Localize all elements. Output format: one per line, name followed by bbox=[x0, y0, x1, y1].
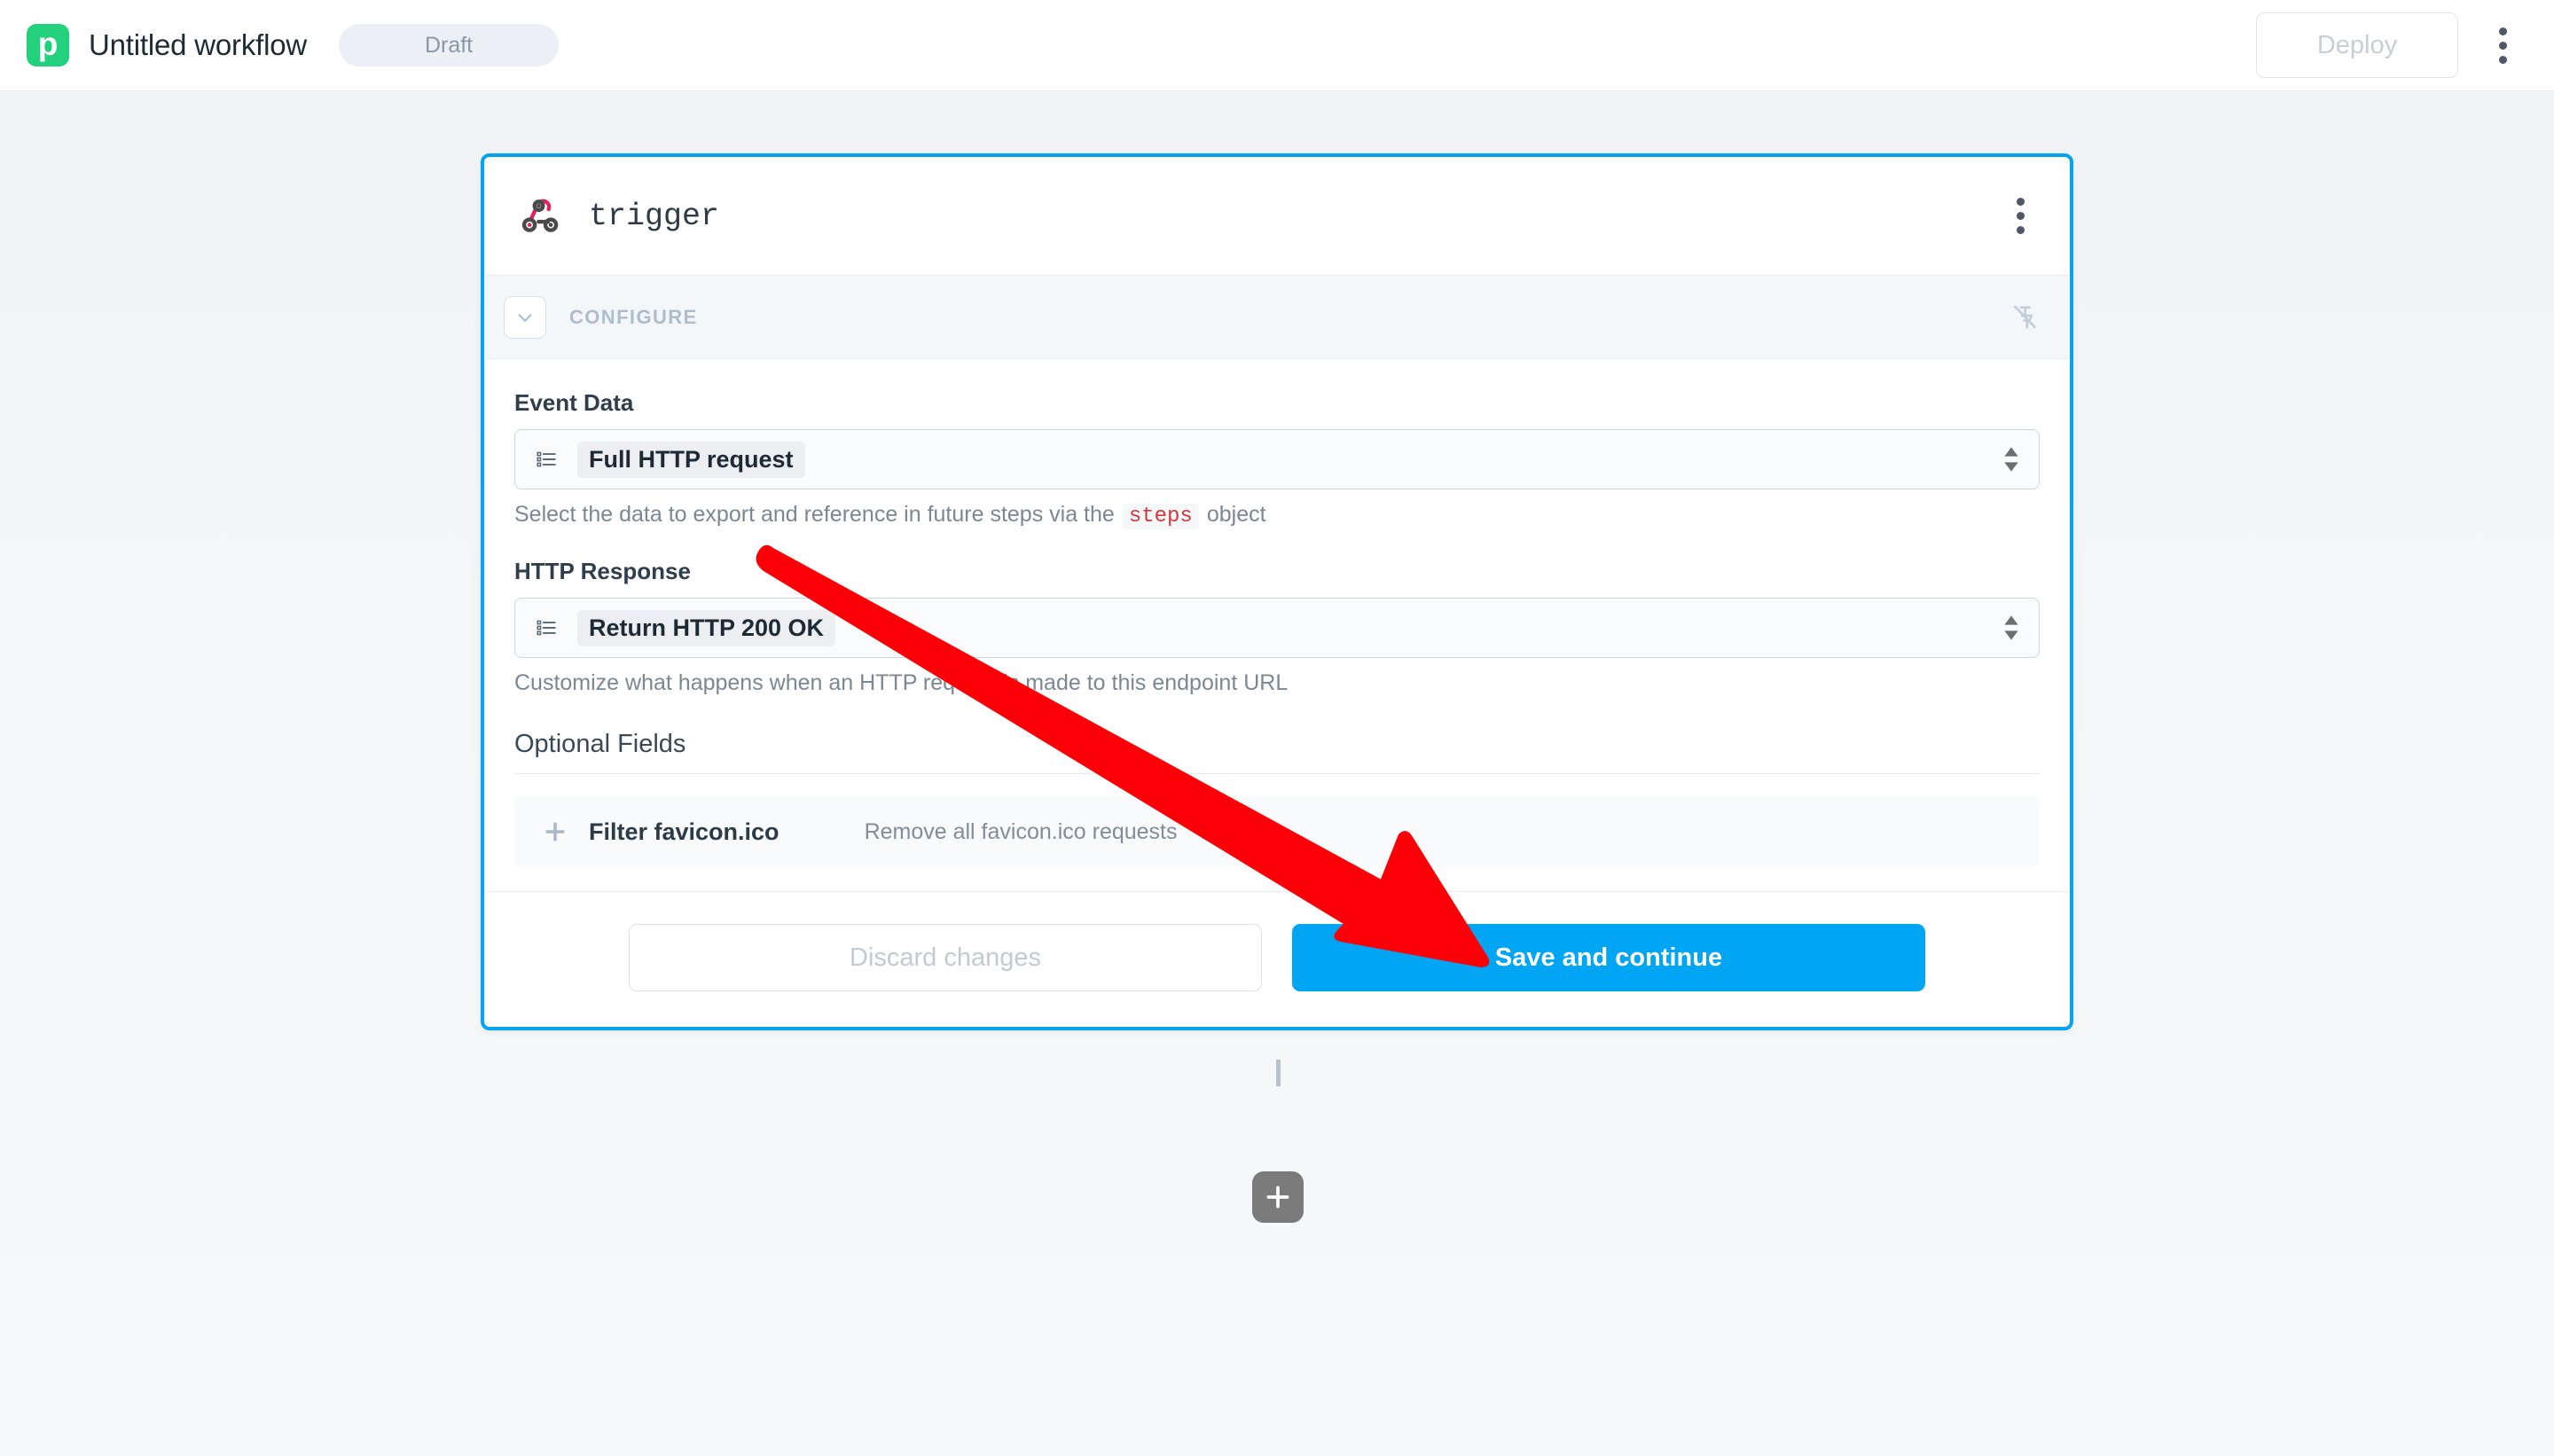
http-response-select[interactable]: Return HTTP 200 OK bbox=[514, 598, 2040, 658]
updown-arrows-icon[interactable] bbox=[2002, 613, 2021, 643]
http-response-hint: Customize what happens when an HTTP requ… bbox=[514, 670, 2040, 696]
discard-changes-label: Discard changes bbox=[850, 943, 1041, 972]
event-data-hint: Select the data to export and reference … bbox=[514, 502, 2040, 529]
trigger-card-body: Event Data Full HTTP request Select the … bbox=[484, 359, 2070, 1027]
configure-label: CONFIGURE bbox=[569, 305, 698, 328]
http-response-label: HTTP Response bbox=[514, 558, 691, 584]
deploy-button[interactable]: Deploy bbox=[2256, 12, 2458, 78]
optional-field-description: Remove all favicon.ico requests bbox=[864, 818, 1178, 844]
webhook-icon bbox=[521, 199, 559, 232]
trigger-step-name[interactable]: trigger bbox=[589, 199, 719, 234]
top-bar: p Untitled workflow Draft Deploy bbox=[0, 0, 2554, 91]
add-step-button[interactable] bbox=[1252, 1171, 1304, 1223]
top-bar-right: Deploy bbox=[2256, 12, 2554, 78]
workflow-canvas[interactable]: trigger CONFIGURE Event Data Full HTTP r… bbox=[0, 91, 2554, 1456]
event-data-hint-after: object bbox=[1206, 502, 1266, 527]
save-and-continue-button[interactable]: Save and continue bbox=[1292, 924, 1925, 991]
step-connector-line bbox=[1276, 1060, 1281, 1086]
event-data-value: Full HTTP request bbox=[577, 441, 805, 478]
event-data-label: Event Data bbox=[514, 389, 634, 416]
trigger-card-header: trigger bbox=[484, 157, 2070, 276]
status-badge[interactable]: Draft bbox=[339, 24, 560, 67]
steps-code-token: steps bbox=[1122, 504, 1199, 529]
status-badge-label: Draft bbox=[424, 32, 474, 58]
updown-arrows-icon[interactable] bbox=[2002, 444, 2021, 474]
top-bar-left: p Untitled workflow Draft bbox=[0, 24, 560, 67]
chevron-down-glyph bbox=[518, 313, 532, 322]
optional-field-row[interactable]: Filter favicon.ico Remove all favicon.ic… bbox=[514, 797, 2040, 866]
plus-icon bbox=[1266, 1186, 1289, 1209]
save-and-continue-label: Save and continue bbox=[1494, 943, 1723, 972]
trigger-card-kebab-menu-icon[interactable] bbox=[2001, 188, 2040, 245]
list-icon bbox=[537, 451, 556, 467]
list-icon bbox=[537, 620, 556, 636]
pipedream-logo-icon[interactable]: p bbox=[27, 24, 69, 67]
plus-icon[interactable] bbox=[543, 819, 568, 844]
discard-changes-button[interactable]: Discard changes bbox=[629, 924, 1262, 991]
kebab-menu-icon[interactable] bbox=[2483, 17, 2522, 74]
http-response-value: Return HTTP 200 OK bbox=[577, 609, 836, 646]
optional-field-name: Filter favicon.ico bbox=[589, 818, 780, 845]
workflow-title[interactable]: Untitled workflow bbox=[89, 28, 307, 62]
optional-fields-title: Optional Fields bbox=[514, 730, 686, 758]
http-response-hint-text: Customize what happens when an HTTP requ… bbox=[514, 670, 1289, 695]
chevron-down-icon[interactable] bbox=[504, 295, 546, 339]
deploy-button-label: Deploy bbox=[2316, 30, 2398, 59]
trigger-step-card[interactable]: trigger CONFIGURE Event Data Full HTTP r… bbox=[481, 153, 2073, 1030]
optional-fields-divider bbox=[514, 773, 2040, 774]
logo-letter: p bbox=[37, 25, 59, 62]
pin-off-icon[interactable] bbox=[2010, 302, 2040, 333]
card-action-buttons: Discard changes Save and continue bbox=[514, 892, 2040, 1027]
event-data-select[interactable]: Full HTTP request bbox=[514, 429, 2040, 489]
event-data-hint-before: Select the data to export and reference … bbox=[514, 502, 1115, 527]
configure-section-bar[interactable]: CONFIGURE bbox=[484, 276, 2070, 359]
